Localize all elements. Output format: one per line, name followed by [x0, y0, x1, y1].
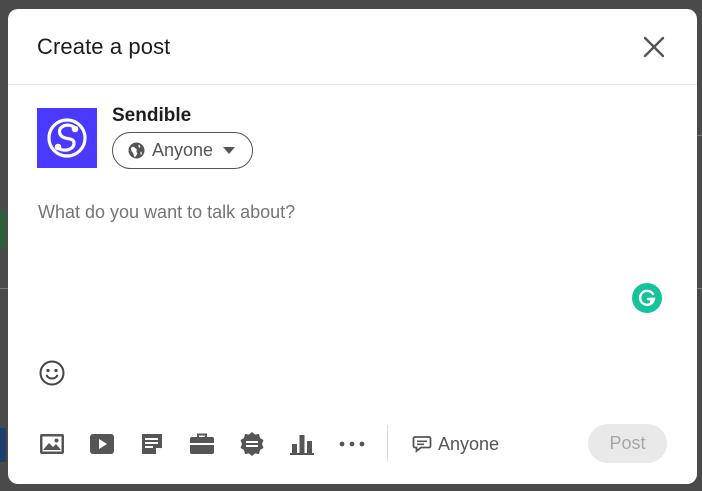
caret-down-icon [223, 146, 236, 154]
poll-icon [290, 435, 314, 455]
close-icon [643, 36, 665, 57]
sendible-logo-icon [47, 118, 87, 158]
smiley-icon [39, 360, 65, 386]
comment-icon [412, 436, 432, 453]
create-poll-button[interactable] [288, 430, 316, 458]
post-author: Sendible Anyone [37, 105, 253, 169]
create-post-modal: Create a post Sendible Anyone What do yo… [8, 9, 697, 484]
celebrate-badge-icon [240, 432, 264, 456]
share-job-button[interactable] [188, 430, 216, 458]
author-name: Sendible [112, 105, 192, 126]
globe-icon [128, 142, 145, 159]
more-icon [339, 441, 365, 447]
photo-icon [40, 434, 64, 454]
more-options-button[interactable] [338, 430, 366, 458]
comment-visibility-button[interactable]: Anyone [412, 430, 499, 458]
grammarly-icon [638, 289, 656, 306]
celebrate-button[interactable] [238, 430, 266, 458]
briefcase-icon [190, 433, 214, 454]
modal-title: Create a post [37, 33, 171, 59]
add-photo-button[interactable] [38, 430, 66, 458]
video-icon [90, 434, 114, 454]
post-visibility-dropdown[interactable]: Anyone [112, 132, 253, 169]
comment-visibility-label: Anyone [438, 433, 500, 454]
background-divider [0, 288, 8, 289]
visibility-label: Anyone [152, 140, 214, 160]
modal-header: Create a post [8, 9, 697, 85]
add-video-button[interactable] [88, 430, 116, 458]
grammarly-button[interactable] [632, 283, 662, 313]
emoji-button[interactable] [38, 359, 66, 387]
background-page-fragment [0, 210, 6, 248]
close-button[interactable] [637, 30, 671, 64]
toolbar-divider [387, 425, 388, 462]
document-icon [142, 434, 162, 454]
post-text-input[interactable] [38, 202, 598, 223]
post-button[interactable]: Post [588, 424, 667, 463]
background-page-fragment [0, 428, 6, 462]
avatar [37, 108, 97, 168]
add-document-button[interactable] [138, 430, 166, 458]
post-toolbar [38, 427, 388, 461]
